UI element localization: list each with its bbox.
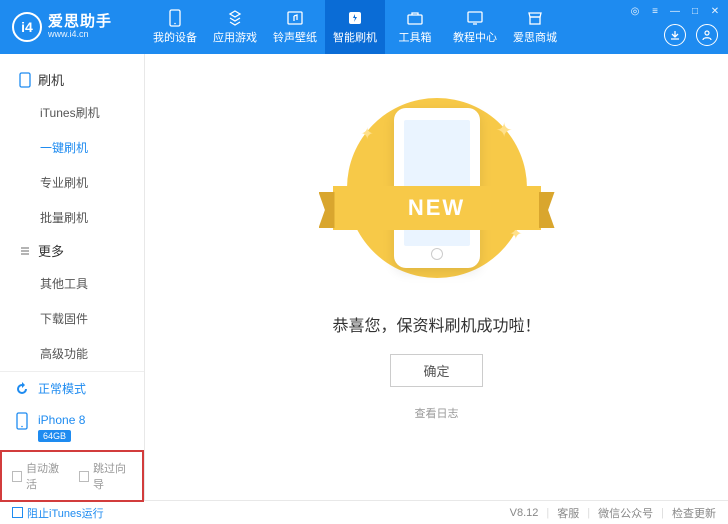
auto-activate-checkbox[interactable]: 自动激活 <box>12 460 65 492</box>
device-mode[interactable]: 正常模式 <box>0 372 144 405</box>
support-link[interactable]: 客服 <box>557 505 579 521</box>
sidebar-item-pro-flash[interactable]: 专业刷机 <box>0 165 144 200</box>
nav-toolbox[interactable]: 工具箱 <box>385 0 445 54</box>
nav-label: 工具箱 <box>399 29 432 45</box>
storage-badge: 64GB <box>38 430 71 442</box>
wechat-link[interactable]: 微信公众号 <box>598 505 653 521</box>
success-message: 恭喜您，保资料刷机成功啦！ <box>332 312 540 336</box>
menu-icon[interactable]: ≡ <box>648 4 662 18</box>
sparkle-icon: ✦ <box>496 118 513 143</box>
refresh-icon <box>14 381 30 397</box>
logo-badge-icon: i4 <box>12 12 42 42</box>
close-icon[interactable]: ✕ <box>708 4 722 18</box>
user-button[interactable] <box>696 24 718 46</box>
nav-apps[interactable]: 应用游戏 <box>205 0 265 54</box>
device-phone-icon <box>14 413 30 429</box>
minimize-icon[interactable]: — <box>668 4 682 18</box>
window-controls: ◎ ≡ — □ ✕ <box>628 4 722 18</box>
sidebar-group-flash: 刷机 <box>0 64 144 95</box>
maximize-icon[interactable]: □ <box>688 4 702 18</box>
view-log-link[interactable]: 查看日志 <box>415 405 459 421</box>
sidebar-item-advanced[interactable]: 高级功能 <box>0 336 144 371</box>
flash-icon <box>346 9 364 27</box>
shop-icon <box>526 9 544 27</box>
sparkle-icon: ✦ <box>361 124 374 144</box>
flash-options-highlighted: 自动激活 跳过向导 <box>0 450 144 502</box>
list-icon <box>18 244 32 258</box>
nav-shop[interactable]: 爱思商城 <box>505 0 565 54</box>
download-button[interactable] <box>664 24 686 46</box>
app-header: i4 爱思助手 www.i4.cn 我的设备 应用游戏 铃声壁纸 智能刷机 工具… <box>0 0 728 54</box>
device-name: iPhone 8 <box>38 413 85 427</box>
group-title: 刷机 <box>38 70 64 89</box>
version-label: V8.12 <box>510 507 539 519</box>
logo-url: www.i4.cn <box>48 30 112 40</box>
skin-icon[interactable]: ◎ <box>628 4 642 18</box>
board-icon <box>466 9 484 27</box>
mode-label: 正常模式 <box>38 380 86 397</box>
group-title: 更多 <box>38 241 64 260</box>
sidebar-group-more: 更多 <box>0 235 144 266</box>
nav-label: 教程中心 <box>453 29 497 45</box>
status-bar: 阻止iTunes运行 V8.12 | 客服 | 微信公众号 | 检查更新 <box>0 500 728 524</box>
nav-ringtones[interactable]: 铃声壁纸 <box>265 0 325 54</box>
nav-flash[interactable]: 智能刷机 <box>325 0 385 54</box>
music-icon <box>286 9 304 27</box>
sidebar-item-other-tools[interactable]: 其他工具 <box>0 266 144 301</box>
nav-label: 爱思商城 <box>513 29 557 45</box>
sidebar-item-batch-flash[interactable]: 批量刷机 <box>0 200 144 235</box>
skip-wizard-checkbox[interactable]: 跳过向导 <box>79 460 132 492</box>
nav-my-device[interactable]: 我的设备 <box>145 0 205 54</box>
success-illustration: ✦ ✦ ✦ NEW <box>337 88 537 288</box>
phone-outline-icon <box>18 73 32 87</box>
block-itunes-checkbox[interactable]: 阻止iTunes运行 <box>12 505 104 521</box>
nav-label: 应用游戏 <box>213 29 257 45</box>
nav-label: 铃声壁纸 <box>273 29 317 45</box>
sidebar-item-download-firmware[interactable]: 下载固件 <box>0 301 144 336</box>
toolbox-icon <box>406 9 424 27</box>
logo-title: 爱思助手 <box>48 14 112 31</box>
sidebar-item-itunes-flash[interactable]: iTunes刷机 <box>0 95 144 130</box>
device-info[interactable]: iPhone 8 64GB <box>0 405 144 450</box>
new-ribbon: NEW <box>333 186 541 230</box>
ok-button[interactable]: 确定 <box>390 354 482 387</box>
nav-label: 我的设备 <box>153 29 197 45</box>
sidebar-item-onekey-flash[interactable]: 一键刷机 <box>0 130 144 165</box>
sidebar: 刷机 iTunes刷机 一键刷机 专业刷机 批量刷机 更多 其他工具 下载固件 … <box>0 54 145 500</box>
check-update-link[interactable]: 检查更新 <box>672 505 716 521</box>
logo: i4 爱思助手 www.i4.cn <box>0 12 145 42</box>
apps-icon <box>226 9 244 27</box>
nav-tutorials[interactable]: 教程中心 <box>445 0 505 54</box>
phone-icon <box>166 9 184 27</box>
nav-label: 智能刷机 <box>333 29 377 45</box>
top-nav: 我的设备 应用游戏 铃声壁纸 智能刷机 工具箱 教程中心 爱思商城 <box>145 0 565 54</box>
main-content: ✦ ✦ ✦ NEW 恭喜您，保资料刷机成功啦！ 确定 查看日志 <box>145 54 728 500</box>
